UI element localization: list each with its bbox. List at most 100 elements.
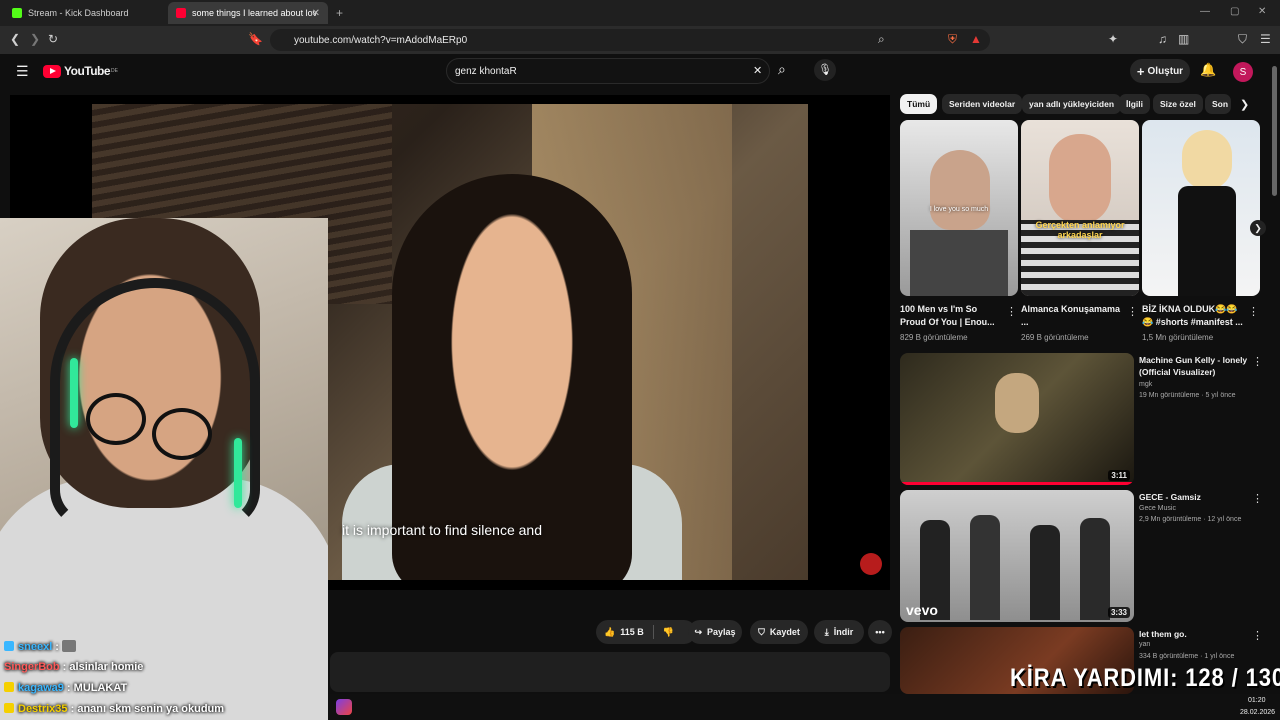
- zoom-icon[interactable]: ⌕: [878, 32, 885, 47]
- region-code: DE: [111, 68, 118, 74]
- short-views: 1,5 Mn görüntüleme: [1142, 333, 1214, 342]
- download-label: İndir: [833, 627, 854, 637]
- headset: [50, 278, 260, 528]
- thumb-figure: [995, 373, 1039, 433]
- plus-icon: +: [1136, 63, 1145, 79]
- video-meta: 334 B görüntüleme · 1 yıl önce: [1139, 653, 1235, 660]
- vevo-watermark: vevo: [906, 602, 938, 618]
- headset-light-right: [234, 438, 242, 508]
- youtube-icon: [176, 8, 186, 18]
- voice-search-icon[interactable]: 🎙: [814, 59, 836, 81]
- like-icon[interactable]: 👍: [604, 627, 615, 638]
- close-window-icon[interactable]: ✕: [1258, 6, 1266, 17]
- short-thumbnail[interactable]: [1142, 120, 1260, 296]
- glasses-right-lens: [152, 408, 212, 460]
- divider: [652, 625, 654, 639]
- like-count[interactable]: 115 B: [620, 627, 644, 637]
- back-icon[interactable]: ❮: [10, 32, 20, 46]
- shorts-next-icon[interactable]: ❯: [1250, 220, 1266, 236]
- dislike-icon[interactable]: 👎: [663, 627, 674, 638]
- taskbar-app-icon[interactable]: [336, 699, 352, 715]
- chat-message: kagawa9 : MULAKAT: [4, 682, 127, 694]
- brave-shield-icon[interactable]: ⛨: [948, 32, 957, 47]
- chip-series[interactable]: Seriden videolar: [942, 94, 1023, 114]
- new-tab-icon[interactable]: +: [336, 6, 343, 20]
- chat-text: ananı skm senin ya okudum: [77, 703, 225, 715]
- short-views: 269 B görüntüleme: [1021, 333, 1089, 342]
- sidebar-icon[interactable]: ▥: [1178, 32, 1189, 46]
- chip-all[interactable]: Tümü: [900, 94, 938, 114]
- chip-recent[interactable]: Son: [1205, 94, 1231, 114]
- brave-rewards-icon[interactable]: ▲: [970, 32, 982, 46]
- search-icon[interactable]: ⌕: [778, 61, 786, 78]
- taskbar-time: 01:20: [1248, 697, 1266, 704]
- more-vert-icon[interactable]: ⋮: [1006, 305, 1017, 318]
- chip-for-you[interactable]: Size özel: [1153, 94, 1203, 114]
- save-button[interactable]: ⛉ Kaydet: [750, 620, 808, 644]
- notifications-bell-icon[interactable]: 🔔: [1200, 62, 1216, 78]
- short-thumbnail[interactable]: Gerçekten anlamıyor arkadaşlar: [1021, 120, 1139, 296]
- chips-next-icon[interactable]: ❯: [1240, 98, 1249, 111]
- video-meta: 2,9 Mn görüntüleme · 12 yıl önce: [1139, 516, 1242, 523]
- page-scrollbar[interactable]: [1272, 66, 1277, 196]
- video-title[interactable]: let them go.: [1139, 628, 1259, 640]
- more-vert-icon[interactable]: ⋮: [1252, 629, 1263, 642]
- hamburger-menu-icon[interactable]: ☰: [16, 63, 29, 80]
- short-title[interactable]: Almanca Konuşamama ...: [1021, 303, 1126, 329]
- youtube-header: ☰ YouTube DE genz khontaR ✕ ⌕ 🎙 + Oluştu…: [0, 54, 1280, 90]
- channel-name[interactable]: mgk: [1139, 381, 1152, 388]
- tab-kick-dashboard[interactable]: Stream - Kick Dashboard: [4, 2, 164, 24]
- share-button[interactable]: ↪ Paylaş: [688, 620, 742, 644]
- tab-youtube-video[interactable]: some things I learned about lov ✕: [168, 2, 328, 24]
- more-vert-icon[interactable]: ⋮: [1252, 492, 1263, 505]
- short-face: [1049, 134, 1111, 224]
- media-icon[interactable]: ♫: [1158, 32, 1167, 46]
- minimize-icon[interactable]: —: [1200, 6, 1210, 17]
- clear-search-icon[interactable]: ✕: [753, 64, 762, 77]
- short-thumbnail[interactable]: I love you so much: [900, 120, 1018, 296]
- chip-uploader[interactable]: yan adlı yükleyiciden: [1022, 94, 1122, 114]
- short-title[interactable]: BİZ İKNA OLDUK😂😂😂 #shorts #manifest ...: [1142, 303, 1247, 329]
- search-input[interactable]: genz khontaR ✕: [446, 58, 770, 84]
- short-dress: [1178, 186, 1236, 296]
- duration-badge: 3:33: [1107, 607, 1130, 618]
- more-vert-icon[interactable]: ⋮: [1252, 355, 1263, 368]
- chip-related[interactable]: İlgili: [1119, 94, 1150, 114]
- video-thumbnail[interactable]: vevo 3:33: [900, 490, 1134, 622]
- video-thumbnail[interactable]: 3:11: [900, 353, 1134, 485]
- chat-user: kagawa9: [18, 682, 64, 694]
- download-button[interactable]: ⤓ İndir: [814, 620, 864, 644]
- channel-name[interactable]: yan: [1139, 641, 1150, 648]
- reload-icon[interactable]: ↻: [48, 32, 58, 46]
- like-dislike-group: 👍 115 B 👎: [596, 620, 696, 644]
- short-title[interactable]: 100 Men vs I'm So Proud Of You | Enou...: [900, 303, 1005, 329]
- forward-icon[interactable]: ❯: [30, 32, 40, 46]
- rent-donation-goal: KİRA YARDIMI: 128 / 130: [1010, 664, 1280, 692]
- thumb-figure: [1080, 518, 1110, 620]
- more-vert-icon[interactable]: ⋮: [1248, 305, 1259, 318]
- chat-text: MULAKAT: [73, 682, 128, 694]
- video-title[interactable]: Machine Gun Kelly - lonely (Official Vis…: [1139, 354, 1259, 378]
- video-title[interactable]: GECE - Gamsiz: [1139, 491, 1259, 503]
- thumb-figure: [970, 515, 1000, 620]
- vpn-icon[interactable]: ⛉: [1238, 32, 1247, 47]
- glasses-left-lens: [86, 393, 146, 445]
- more-actions-button[interactable]: •••: [868, 620, 892, 644]
- bookmark-icon[interactable]: 🔖: [248, 32, 263, 46]
- close-tab-icon[interactable]: ✕: [312, 8, 320, 19]
- avatar[interactable]: S: [1233, 62, 1253, 82]
- video-subtitle: it is important to find silence and: [342, 522, 542, 538]
- kick-logo-icon: [12, 8, 22, 18]
- maximize-icon[interactable]: ▢: [1230, 6, 1239, 17]
- short-face: [1182, 130, 1232, 190]
- create-button[interactable]: + Oluştur: [1130, 59, 1190, 83]
- menu-icon[interactable]: ☰: [1260, 32, 1271, 46]
- channel-name[interactable]: Gece Music: [1139, 505, 1176, 512]
- headset-light-left: [70, 358, 78, 428]
- extension-overlay-icon[interactable]: [860, 553, 882, 575]
- extensions-icon[interactable]: ✦: [1108, 32, 1118, 46]
- youtube-logo[interactable]: YouTube DE: [43, 64, 118, 78]
- description-box[interactable]: [330, 652, 890, 692]
- more-vert-icon[interactable]: ⋮: [1127, 305, 1138, 318]
- watch-progress: [900, 482, 1134, 485]
